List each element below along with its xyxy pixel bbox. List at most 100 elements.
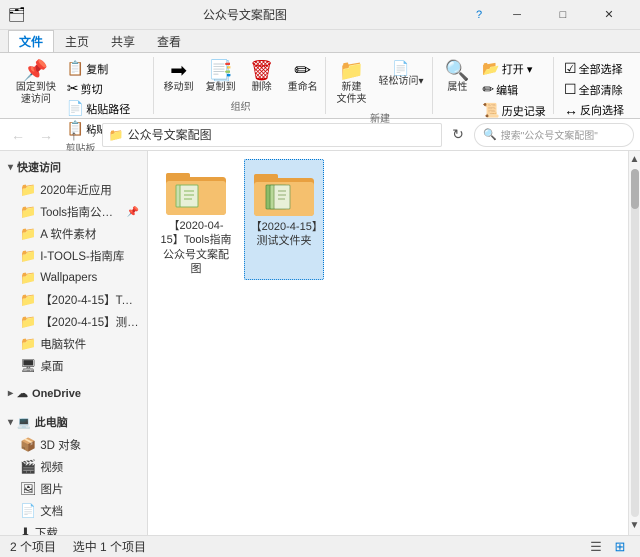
sidebar-item-documents[interactable]: 📄 文档 [0,500,147,522]
ribbon-group-clipboard: 📌 固定到快速访问 📋 复制 ✂ 剪切 📄 粘贴路径 [8,57,154,114]
forward-button[interactable]: → [34,123,58,147]
sidebar-item-pc-software[interactable]: 📁 电脑软件 [0,333,147,355]
search-box[interactable]: 🔍 搜索"公众号文案配图" [474,123,634,147]
right-scrollbar[interactable]: ▲ ▼ [628,151,640,535]
scrollbar-thumb[interactable] [631,169,639,209]
sidebar-item-label: 【2020-4-15】Tools # [40,292,139,308]
path-separator: › [92,129,96,141]
tab-share[interactable]: 共享 [100,30,146,52]
ribbon-group-new: 📁 新建文件夹 📄 轻松访问▾ 新建 [328,57,433,114]
copy-button[interactable]: 📋 复制 [64,59,149,78]
file-item[interactable]: 【2020-04-15】Tools指南公众号文案配图 [156,159,236,280]
folder-icon: 📁 [20,248,36,264]
sidebar-item-wallpapers[interactable]: 📁 Wallpapers [0,267,147,289]
title-bar-icons: 🗂 [8,6,26,23]
main-area: ▾ 快速访问 📁 2020年近应用 📁 Tools指南公众号做# 📌 📁 A 软… [0,151,640,535]
folder-icon: 📁 [20,226,36,242]
thispc-header[interactable]: ▾ 💻 此电脑 [0,410,147,434]
paste-path-button[interactable]: 📄 粘贴路径 [64,99,149,118]
back-button[interactable]: ← [6,123,30,147]
properties-button[interactable]: 🔍 属性 [439,59,475,96]
onedrive-header[interactable]: ▸ ☁ OneDrive [0,383,147,404]
sidebar-item-downloads[interactable]: ⬇ 下载 [0,522,147,535]
sidebar-item-2020[interactable]: 📁 2020年近应用 [0,179,147,201]
copy-to-button[interactable]: 📑 复制到 [202,59,240,96]
history-button[interactable]: 📜 历史记录 [479,101,548,120]
app-icon: 🗂 [8,6,26,23]
move-to-button[interactable]: ➡ 移动到 [160,59,198,96]
invert-selection-button[interactable]: ↔ 反向选择 [561,101,627,119]
sidebar-item-tools-2020[interactable]: 📁 【2020-4-15】Tools # [0,289,147,311]
folder-icon: 📁 [20,270,36,286]
sidebar-item-label: 3D 对象 [40,437,81,453]
sidebar-item-label: 下载 [35,525,58,535]
status-bar: 2 个项目 选中 1 个项目 ☰ ⊞ [0,535,640,557]
open-icon: 📂 [482,60,499,77]
folder-icon-wrapper [252,164,316,220]
move-icon: ➡ [170,61,187,81]
scrollbar-up[interactable]: ▲ [630,153,640,167]
ribbon-group-open: 🔍 属性 📂 打开 ▾ ✏ 编辑 📜 历史记录 [435,57,554,114]
help-button[interactable]: ? [464,0,494,30]
open-button[interactable]: 📂 打开 ▾ [479,59,548,78]
title-bar-title: 公众号文案配图 [26,6,464,23]
large-icons-view-button[interactable]: ⊞ [610,538,630,556]
rename-button[interactable]: ✏ 重命名 [284,59,322,96]
quickaccess-header[interactable]: ▾ 快速访问 [0,155,147,179]
search-icon: 🔍 [483,128,497,141]
sidebar-item-test[interactable]: 📁 【2020-4-15】测试文件夹 [0,311,147,333]
sidebar-item-label: A 软件素材 [40,226,96,242]
sidebar-item-label: 电脑软件 [40,336,86,352]
pin-quickaccess-button[interactable]: 📌 固定到快速访问 [12,59,60,108]
path-folder-icon: 📁 [109,128,124,142]
sidebar-item-tools-guide[interactable]: 📁 Tools指南公众号做# 📌 [0,201,147,223]
edit-button[interactable]: ✏ 编辑 [479,80,548,99]
thispc-label: 此电脑 [35,414,68,430]
scrollbar-down[interactable]: ▼ [630,519,640,533]
maximize-button[interactable]: □ [540,0,586,30]
up-button[interactable]: ↑ [62,123,86,147]
folder-icon: 📁 [20,336,36,352]
tab-view[interactable]: 查看 [146,30,192,52]
thispc-icon: 💻 [17,416,31,429]
folder-icon: 📁 [20,292,36,308]
sidebar-item-video[interactable]: 🎬 视频 [0,456,147,478]
sidebar: ▾ 快速访问 📁 2020年近应用 📁 Tools指南公众号做# 📌 📁 A 软… [0,151,148,535]
cut-button[interactable]: ✂ 剪切 [64,79,149,98]
close-button[interactable]: ✕ [586,0,632,30]
refresh-button[interactable]: ↻ [446,123,470,147]
selected-count [59,540,69,554]
select-none-button[interactable]: ☐ 全部清除 [561,80,627,99]
easy-access-button[interactable]: 📄 轻松访问▾ [375,59,428,90]
select-all-button[interactable]: ☑ 全部选择 [561,59,627,78]
sidebar-item-desktop[interactable]: 🖥 桌面 [0,355,147,377]
properties-icon: 🔍 [445,61,470,81]
tab-home[interactable]: 主页 [54,30,100,52]
tab-file[interactable]: 文件 [8,30,54,52]
sidebar-item-label: 文档 [40,503,63,519]
folder-svg [164,165,228,217]
sidebar-item-label: 桌面 [41,358,64,374]
details-view-button[interactable]: ☰ [586,538,606,556]
sidebar-item-pictures[interactable]: 🖼 图片 [0,478,147,500]
new-buttons: 📁 新建文件夹 📄 轻松访问▾ [333,59,428,108]
invert-icon: ↔ [564,102,578,118]
sidebar-item-label: Wallpapers [40,272,97,284]
file-item[interactable]: 【2020-4-15】测试文件夹 [244,159,324,280]
folder-icon: 📄 [20,503,36,519]
new-folder-button[interactable]: 📁 新建文件夹 [333,59,371,108]
scrollbar-track[interactable] [631,169,639,517]
edit-icon: ✏ [482,81,494,98]
onedrive-icon: ☁ [17,387,28,400]
sidebar-item-software[interactable]: 📁 A 软件素材 [0,223,147,245]
organize-label: 组织 [162,98,319,113]
address-path[interactable]: 📁 公众号文案配图 [102,123,442,147]
sidebar-item-3d[interactable]: 📦 3D 对象 [0,434,147,456]
title-bar: 🗂 公众号文案配图 ? ─ □ ✕ [0,0,640,30]
status-count: 2 个项目 选中 1 个项目 [10,538,586,555]
minimize-button[interactable]: ─ [494,0,540,30]
folder-icon: 📁 [20,314,36,330]
delete-button[interactable]: 🗑 删除 [244,59,280,96]
sidebar-item-label: Tools指南公众号做# [40,204,120,220]
sidebar-item-itools[interactable]: 📁 I-TOOLS-指南库 [0,245,147,267]
